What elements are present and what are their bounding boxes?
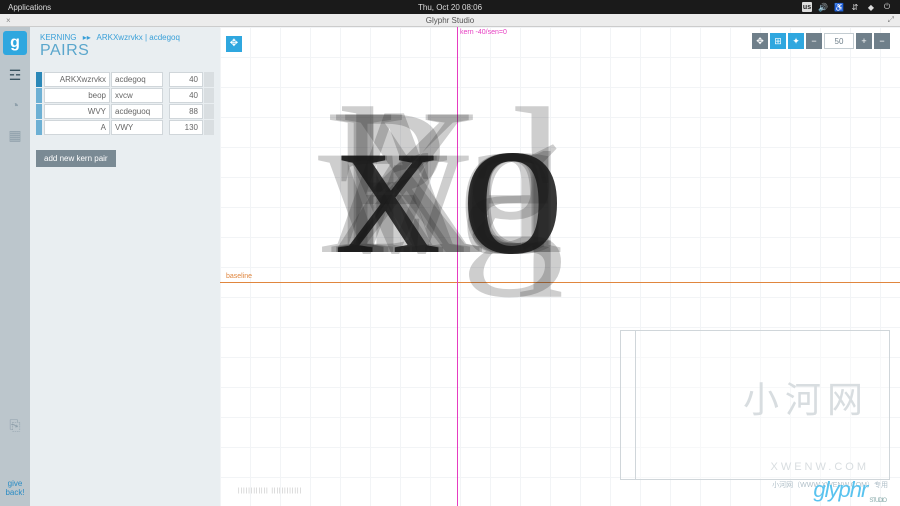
sidebar: KERNING ▸▸ ARKXwzrvkx | acdegoq PAIRS AR…	[30, 27, 220, 506]
window-title-bar: × Glyphr Studio ⤢	[0, 14, 900, 27]
kern-left-glyphs[interactable]: WVY	[44, 104, 110, 119]
chevron-right-icon: ▸▸	[83, 33, 91, 42]
window-maximize-button[interactable]: ⤢	[888, 15, 894, 25]
breadcrumb[interactable]: KERNING ▸▸ ARKXwzrvkx | acdegoq	[40, 33, 210, 42]
kern-row[interactable]: A VWY 130	[36, 120, 214, 135]
canvas-tools-right: ✥ ⊞ ✦ − 50 + −	[752, 33, 890, 49]
zoom-level[interactable]: 50	[824, 33, 854, 49]
kern-value[interactable]: 40	[169, 72, 203, 87]
kern-pairs-table: ARKXwzrvkx acdegoq 40 beop xvcw 40 WVY a…	[36, 72, 214, 136]
kern-value[interactable]: 130	[169, 120, 203, 135]
kern-left-glyphs[interactable]: beop	[44, 88, 110, 103]
nav-clock-icon[interactable]: ◔	[5, 95, 25, 115]
delete-row-button[interactable]	[204, 104, 214, 119]
nav-checklist-icon[interactable]: ☲	[5, 65, 25, 85]
kern-row[interactable]: WVY acdeguoq 88	[36, 104, 214, 119]
app-body: g ☲ ◔ ▦ ⎘ give back! KERNING ▸▸ ARKXwzrv…	[0, 27, 900, 506]
kern-value[interactable]: 88	[169, 104, 203, 119]
delete-row-button[interactable]	[204, 72, 214, 87]
clock[interactable]: Thu, Oct 20 08:06	[418, 3, 482, 12]
glyph-preview: A R K X w v z r k x a c d e g o q	[330, 77, 670, 377]
breadcrumb-pair: ARKXwzrvkx | acdegoq	[97, 33, 180, 42]
kern-left-glyphs[interactable]: ARKXwzrvkx	[44, 72, 110, 87]
drag-handle-icon[interactable]	[36, 104, 42, 119]
power-icon[interactable]: ⏻	[882, 2, 892, 12]
kern-row[interactable]: beop xvcw 40	[36, 88, 214, 103]
add-kern-pair-button[interactable]: add new kern pair	[36, 150, 116, 167]
page-title: PAIRS	[40, 42, 210, 60]
app-logo-icon[interactable]: g	[3, 31, 27, 55]
brand-logo: glyphrSTUDIO	[813, 477, 886, 504]
activities-label[interactable]: Applications	[8, 3, 51, 12]
window-close-button[interactable]: ×	[6, 16, 11, 25]
ruler-marks: |||||||||||| ||||||||||||	[238, 488, 302, 494]
kern-left-glyphs[interactable]: A	[44, 120, 110, 135]
keyboard-layout-indicator[interactable]: us	[802, 2, 812, 12]
notification-icon[interactable]: ◆	[866, 2, 876, 12]
accessibility-icon[interactable]: ♿	[834, 2, 844, 12]
kern-right-glyphs[interactable]: acdegoq	[111, 72, 163, 87]
delete-row-button[interactable]	[204, 88, 214, 103]
kern-right-glyphs[interactable]: acdeguoq	[111, 104, 163, 119]
edit-canvas[interactable]: baseline kern -40/sen=0 ✥ ✥ ⊞ ✦ − 50 + −…	[220, 27, 900, 506]
give-back-link[interactable]: give back!	[5, 480, 24, 498]
kern-right-glyphs[interactable]: xvcw	[111, 88, 163, 103]
watermark-url: XWENW.COM	[771, 461, 870, 473]
watermark-box: 小河网 XWENW.COM	[620, 330, 890, 480]
move-tool-icon[interactable]: ✥	[226, 36, 242, 52]
breadcrumb-section[interactable]: KERNING	[40, 33, 76, 42]
delete-row-button[interactable]	[204, 120, 214, 135]
tool-pan-icon[interactable]: ✥	[752, 33, 768, 49]
kern-row[interactable]: ARKXwzrvkx acdegoq 40	[36, 72, 214, 87]
baseline-label: baseline	[226, 273, 252, 280]
icon-rail: g ☲ ◔ ▦ ⎘ give back!	[0, 27, 30, 506]
tool-fit-icon[interactable]: ⊞	[770, 33, 786, 49]
zoom-out-button[interactable]: −	[806, 33, 822, 49]
nav-grid-icon[interactable]: ▦	[5, 125, 25, 145]
window-title: Glyphr Studio	[426, 16, 474, 25]
kern-value[interactable]: 40	[169, 88, 203, 103]
drag-handle-icon[interactable]	[36, 88, 42, 103]
drag-handle-icon[interactable]	[36, 120, 42, 135]
tool-center-icon[interactable]: ✦	[788, 33, 804, 49]
nav-export-icon[interactable]: ⎘	[5, 415, 25, 435]
watermark-logo: 小河网	[743, 371, 869, 423]
gnome-top-bar: Applications Thu, Oct 20 08:06 us 🔊 ♿ ⇵ …	[0, 0, 900, 14]
network-icon[interactable]: ⇵	[850, 2, 860, 12]
volume-icon[interactable]: 🔊	[818, 2, 828, 12]
zoom-reset-button[interactable]: −	[874, 33, 890, 49]
kern-right-glyphs[interactable]: VWY	[111, 120, 163, 135]
zoom-in-button[interactable]: +	[856, 33, 872, 49]
canvas-tools-left: ✥	[226, 33, 242, 52]
drag-handle-icon[interactable]	[36, 72, 42, 87]
kern-guide-label: kern -40/sen=0	[460, 29, 507, 36]
